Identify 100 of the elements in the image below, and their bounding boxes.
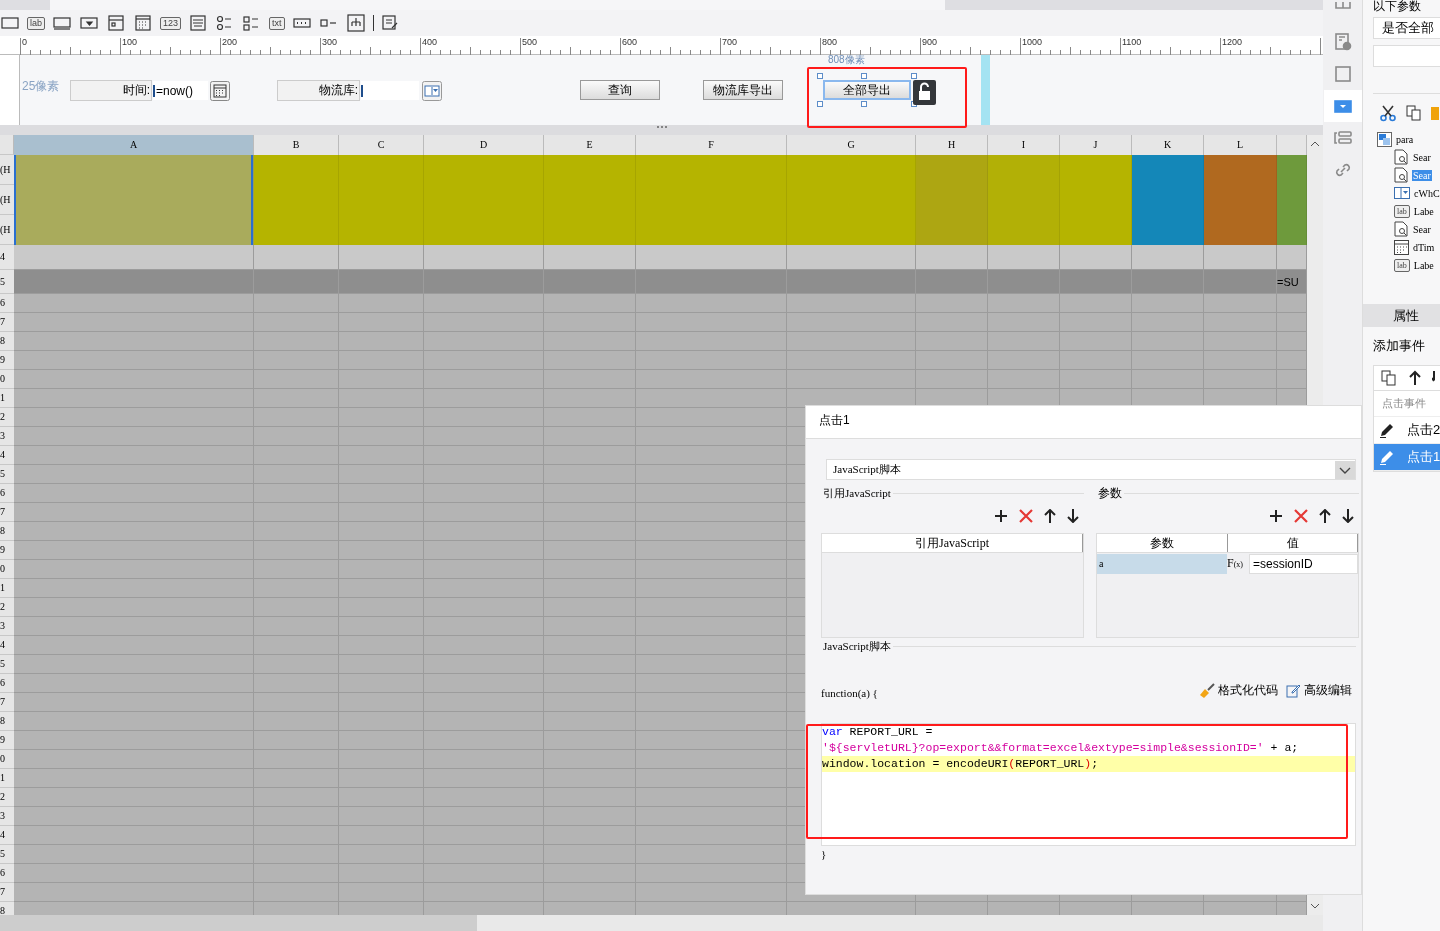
up-arrow-icon[interactable] — [1319, 509, 1331, 523]
row-header[interactable]: 6 — [0, 294, 14, 313]
table-cell — [1060, 351, 1132, 370]
calendar-icon[interactable] — [210, 80, 230, 101]
column-header: 参数 — [1097, 534, 1228, 552]
row-header[interactable]: 4 — [0, 826, 14, 845]
type-dropdown[interactable]: JavaScript脚本 — [826, 459, 1356, 480]
tree-item[interactable]: cWhC — [1413, 187, 1440, 199]
ruler-label: 100 — [122, 37, 138, 47]
add-icon[interactable] — [1269, 509, 1283, 523]
edit-button[interactable]: 高级编辑 — [1286, 682, 1352, 699]
scroll-up-icon[interactable] — [1310, 141, 1320, 147]
canvas-button[interactable]: 物流库导出 — [703, 80, 783, 100]
table-cell — [1277, 245, 1307, 270]
textbox-tool-icon[interactable] — [52, 14, 72, 32]
field-label: 时间: — [70, 80, 152, 101]
add-icon[interactable] — [994, 509, 1008, 523]
row-header[interactable]: 5 — [0, 655, 14, 674]
canvas-button[interactable]: 全部导出 — [823, 80, 911, 100]
row-header[interactable]: 4 — [0, 446, 14, 465]
row-header[interactable]: H) — [0, 185, 14, 215]
canvas-button[interactable]: 查询 — [580, 80, 660, 100]
row-header[interactable]: H) — [0, 215, 14, 245]
down-arrow-icon[interactable] — [1342, 509, 1354, 523]
row-header[interactable]: 3 — [0, 427, 14, 446]
copy-icon[interactable] — [1405, 104, 1423, 122]
row-header[interactable]: 6 — [0, 484, 14, 503]
down-arrow-icon[interactable] — [1067, 509, 1079, 523]
row-header[interactable]: 2 — [0, 788, 14, 807]
row-header[interactable]: 5 — [0, 845, 14, 864]
row-header[interactable]: 8 — [0, 902, 14, 915]
tree-item[interactable]: Sear — [1412, 223, 1432, 235]
horizontal-scrollbar[interactable] — [0, 915, 1323, 931]
combo-tool-icon[interactable] — [79, 14, 99, 32]
code-editor[interactable]: var REPORT_URL = '${servletURL}?op=export&&format=excel&extype=simple&sessionID=' + a; window.location = encodeURI(REPORT_URL); — [821, 723, 1356, 846]
table-cell — [988, 351, 1060, 370]
properties-tab[interactable]: 属性 — [1363, 304, 1440, 327]
widget-tool[interactable]: lab — [27, 16, 45, 30]
row-header[interactable]: 2 — [0, 598, 14, 617]
row-header[interactable]: 0 — [0, 560, 14, 579]
unlock-icon[interactable] — [913, 80, 936, 105]
copy-icon[interactable] — [1380, 369, 1398, 387]
row-header[interactable]: 8 — [0, 712, 14, 731]
delete-icon[interactable] — [1294, 509, 1308, 523]
row-header[interactable]: 7 — [0, 883, 14, 902]
row-header[interactable]: 7 — [0, 313, 14, 332]
value-field[interactable]: =sessionID — [1249, 554, 1358, 574]
row-header[interactable]: 5 — [0, 270, 14, 294]
row-header[interactable]: 0 — [0, 370, 14, 389]
widget-tool[interactable]: txt — [269, 16, 285, 30]
input-field[interactable] — [361, 81, 419, 100]
row-header[interactable]: H) — [0, 155, 14, 185]
ruler-label: 600 — [622, 37, 638, 47]
tree-item[interactable]: dTim — [1412, 241, 1436, 253]
cut-icon[interactable] — [1379, 104, 1397, 122]
row-header[interactable]: 7 — [0, 693, 14, 712]
table-cell — [916, 332, 988, 351]
calendar-tool-icon[interactable] — [133, 14, 153, 32]
format-button[interactable]: 格式化代码 — [1199, 682, 1278, 699]
delete-icon[interactable] — [1019, 509, 1033, 523]
grip-icon[interactable] — [655, 125, 668, 129]
row-header[interactable]: 3 — [0, 617, 14, 636]
input-field[interactable]: =now() — [153, 81, 208, 100]
row-header[interactable]: 7 — [0, 503, 14, 522]
panel-tool-icon[interactable] — [106, 14, 126, 32]
row-header[interactable]: 6 — [0, 864, 14, 883]
row-header[interactable]: 5 — [0, 465, 14, 484]
widget-tool[interactable]: 123 — [160, 16, 182, 30]
column-header[interactable]: A — [14, 135, 254, 155]
tree-tool-icon[interactable] — [345, 14, 366, 32]
row-header[interactable]: 4 — [0, 636, 14, 655]
row-header[interactable]: 2 — [0, 408, 14, 427]
table-cell[interactable]: a — [1097, 554, 1227, 574]
row-header[interactable]: 9 — [0, 541, 14, 560]
frame-tool-icon[interactable] — [0, 14, 20, 32]
row-header[interactable]: 9 — [0, 731, 14, 750]
row-header[interactable]: 8 — [0, 332, 14, 351]
row-header[interactable]: 4 — [0, 245, 14, 270]
row-header[interactable]: 0 — [0, 750, 14, 769]
row-header[interactable]: 1 — [0, 769, 14, 788]
dropdown-icon[interactable] — [422, 80, 442, 101]
selection-handles[interactable] — [817, 73, 917, 107]
up-arrow-icon[interactable] — [1408, 370, 1422, 386]
chevron-down-icon[interactable] — [1335, 460, 1355, 479]
row-header[interactable]: 1 — [0, 579, 14, 598]
tree-item[interactable]: Labe — [1412, 205, 1435, 217]
row-header[interactable]: 1 — [0, 389, 14, 408]
up-arrow-icon[interactable] — [1044, 509, 1056, 523]
table-cell — [916, 245, 988, 270]
parameter-field[interactable]: 是否全部 — [1373, 17, 1440, 39]
list-tool-icon[interactable] — [188, 14, 209, 32]
row-header[interactable]: 8 — [0, 522, 14, 541]
tree-item[interactable]: para — [1395, 133, 1415, 145]
table-cell: =SU — [1277, 270, 1307, 294]
row-header[interactable]: 9 — [0, 351, 14, 370]
row-header[interactable]: 3 — [0, 807, 14, 826]
row-header[interactable]: 6 — [0, 674, 14, 693]
tree-item[interactable]: Labe — [1412, 259, 1435, 271]
scroll-down-icon[interactable] — [1310, 903, 1320, 909]
tree-item[interactable]: Sear — [1412, 151, 1432, 163]
